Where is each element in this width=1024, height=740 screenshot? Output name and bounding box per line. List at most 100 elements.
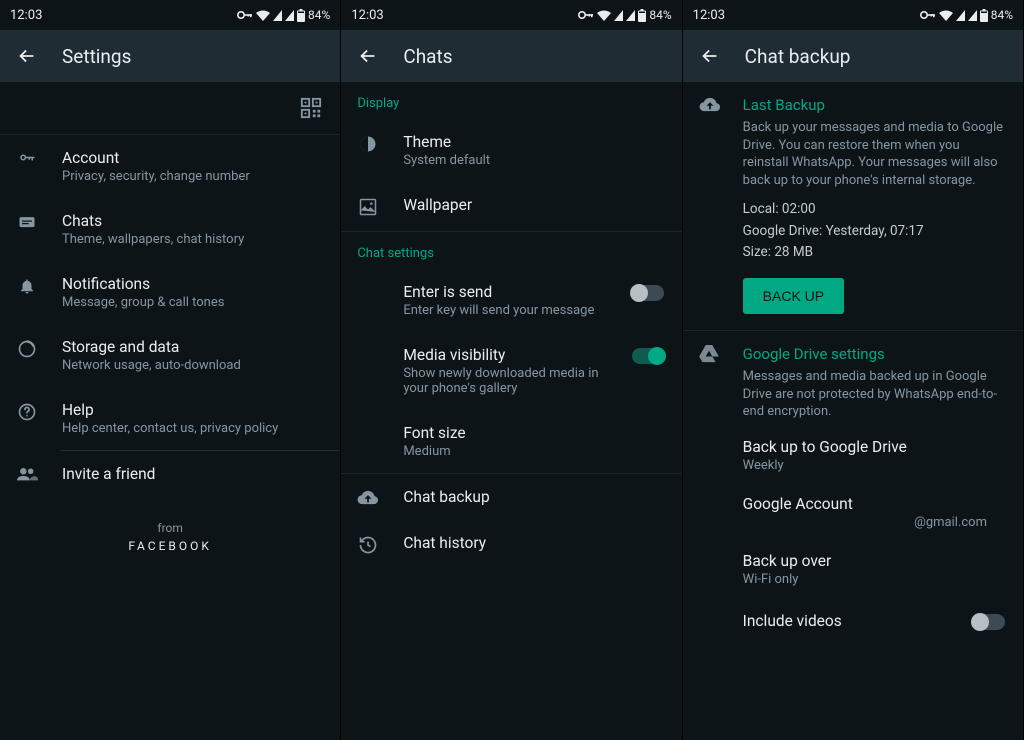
profile-row[interactable] xyxy=(0,82,340,134)
settings-item-invite[interactable]: Invite a friend xyxy=(0,451,340,497)
page-title: Settings xyxy=(62,45,131,68)
last-backup-title: Last Backup xyxy=(743,96,1007,114)
backup-button[interactable]: BACK UP xyxy=(743,278,844,314)
chat-icon xyxy=(16,212,38,233)
item-sub: Theme, wallpapers, chat history xyxy=(62,232,324,247)
gdrive-settings-desc: Messages and media backed up in Google D… xyxy=(743,368,1007,421)
settings-item-account[interactable]: Account Privacy, security, change number xyxy=(0,135,340,198)
gdrive-settings-title: Google Drive settings xyxy=(743,345,1007,363)
cloud-upload-icon xyxy=(357,488,379,505)
wifi-icon xyxy=(597,10,611,21)
item-title: Google Account xyxy=(743,495,1007,513)
vpn-key-icon xyxy=(237,10,253,20)
signal-icon-2 xyxy=(285,10,294,21)
panel-chats: 12:03 84% Chats Display Theme System def… xyxy=(341,0,682,740)
item-title: Chat backup xyxy=(403,488,665,506)
status-bar: 12:03 84% xyxy=(683,0,1023,30)
item-title: Help xyxy=(62,401,324,419)
toggle-include-videos[interactable] xyxy=(973,614,1005,630)
gdrive-item-frequency[interactable]: Back up to Google Drive Weekly xyxy=(683,427,1023,484)
backup-size: Size: 28 MB xyxy=(743,242,1007,264)
item-sub: Message, group & call tones xyxy=(62,295,324,310)
item-sub: Weekly xyxy=(743,458,1007,473)
item-title: Enter is send xyxy=(403,283,607,301)
local-time: Local: 02:00 xyxy=(743,199,1007,221)
gdrive-time: Google Drive: Yesterday, 07:17 xyxy=(743,221,1007,243)
backup-content: Last Backup Back up your messages and me… xyxy=(683,82,1023,740)
item-title: Back up over xyxy=(743,552,1007,570)
item-title: Media visibility xyxy=(403,346,607,364)
gdrive-section: Google Drive settings Messages and media… xyxy=(683,331,1023,427)
vpn-key-icon xyxy=(920,10,936,20)
header: Chat backup xyxy=(683,30,1023,82)
chats-item-font-size[interactable]: Font size Medium xyxy=(341,410,681,473)
status-battery: 84% xyxy=(308,8,330,22)
wifi-icon xyxy=(256,10,270,21)
item-title: Storage and data xyxy=(62,338,324,356)
qr-icon[interactable] xyxy=(300,97,322,119)
status-battery: 84% xyxy=(991,8,1013,22)
signal-icon xyxy=(614,10,623,21)
panel-backup: 12:03 84% Chat backup Last Backup Back u… xyxy=(683,0,1024,740)
gdrive-item-account[interactable]: Google Account @gmail.com xyxy=(683,484,1023,541)
item-sub: System default xyxy=(403,153,665,168)
last-backup-desc: Back up your messages and media to Googl… xyxy=(743,119,1007,189)
gdrive-item-videos[interactable]: Include videos xyxy=(683,598,1023,641)
status-bar: 12:03 84% xyxy=(341,0,681,30)
toggle-enter-send[interactable] xyxy=(632,285,664,301)
item-title: Font size xyxy=(403,424,665,442)
panel-settings: 12:03 84% Settings Account Privacy, secu… xyxy=(0,0,341,740)
settings-item-storage[interactable]: Storage and data Network usage, auto-dow… xyxy=(0,324,340,387)
chats-item-history[interactable]: Chat history xyxy=(341,520,681,569)
item-title: Wallpaper xyxy=(403,196,665,214)
chats-item-backup[interactable]: Chat backup xyxy=(341,474,681,520)
item-sub: Network usage, auto-download xyxy=(62,358,324,373)
back-arrow-icon[interactable] xyxy=(699,45,721,67)
battery-icon xyxy=(638,9,646,22)
status-time: 12:03 xyxy=(351,8,383,23)
wallpaper-icon xyxy=(357,196,379,217)
item-sub: @gmail.com xyxy=(743,515,1007,530)
settings-content: Account Privacy, security, change number… xyxy=(0,82,340,740)
from-facebook: from FACEBOOK xyxy=(0,521,340,553)
battery-icon xyxy=(980,9,988,22)
status-bar: 12:03 84% xyxy=(0,0,340,30)
bell-icon xyxy=(16,275,38,296)
theme-icon xyxy=(357,133,379,154)
vpn-key-icon xyxy=(578,10,594,20)
header: Settings xyxy=(0,30,340,82)
item-sub: Medium xyxy=(403,444,665,459)
chats-item-wallpaper[interactable]: Wallpaper xyxy=(341,182,681,231)
header: Chats xyxy=(341,30,681,82)
status-time: 12:03 xyxy=(10,8,42,23)
page-title: Chats xyxy=(403,45,452,68)
signal-icon-2 xyxy=(626,10,635,21)
chats-item-media-visibility[interactable]: Media visibility Show newly downloaded m… xyxy=(341,332,681,410)
settings-item-help[interactable]: Help Help center, contact us, privacy po… xyxy=(0,387,340,450)
back-arrow-icon[interactable] xyxy=(357,45,379,67)
backup-info: Local: 02:00 Google Drive: Yesterday, 07… xyxy=(743,199,1007,264)
settings-item-chats[interactable]: Chats Theme, wallpapers, chat history xyxy=(0,198,340,261)
status-right: 84% xyxy=(237,8,330,22)
item-sub: Privacy, security, change number xyxy=(62,169,324,184)
back-arrow-icon[interactable] xyxy=(16,45,38,67)
item-title: Theme xyxy=(403,133,665,151)
settings-item-notifications[interactable]: Notifications Message, group & call tone… xyxy=(0,261,340,324)
item-title: Include videos xyxy=(743,612,842,630)
gdrive-item-over[interactable]: Back up over Wi-Fi only xyxy=(683,541,1023,598)
signal-icon-2 xyxy=(968,10,977,21)
page-title: Chat backup xyxy=(745,45,851,68)
data-usage-icon xyxy=(16,338,38,359)
section-chat-settings: Chat settings xyxy=(341,232,681,269)
item-sub: Show newly downloaded media in your phon… xyxy=(403,366,607,396)
wifi-icon xyxy=(939,10,953,21)
toggle-media-visibility[interactable] xyxy=(632,348,664,364)
item-sub: Enter key will send your message xyxy=(403,303,607,318)
history-icon xyxy=(357,534,379,555)
chats-item-theme[interactable]: Theme System default xyxy=(341,119,681,182)
signal-icon xyxy=(956,10,965,21)
chats-item-enter-send[interactable]: Enter is send Enter key will send your m… xyxy=(341,269,681,332)
chats-content: Display Theme System default Wallpaper C… xyxy=(341,82,681,740)
item-sub: Wi-Fi only xyxy=(743,572,1007,587)
item-title: Invite a friend xyxy=(62,465,324,483)
